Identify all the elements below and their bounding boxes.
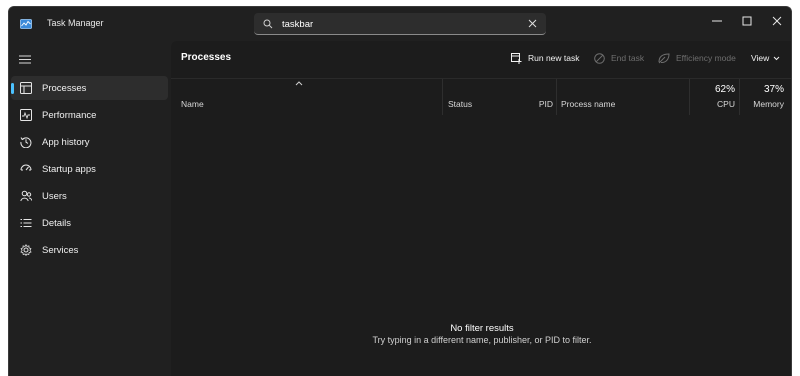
active-indicator [11,83,14,94]
column-divider[interactable] [556,79,557,115]
column-header-memory[interactable]: Memory [741,99,784,109]
maximize-icon [742,16,752,26]
column-header-cpu[interactable]: CPU [691,99,735,109]
close-button[interactable] [763,12,791,30]
view-dropdown-button[interactable]: View [751,49,780,67]
hamburger-menu-icon[interactable] [19,55,31,64]
app-title: Task Manager [47,18,104,28]
cpu-usage-percent[interactable]: 62% [691,84,735,95]
column-header-name[interactable]: Name [181,99,204,109]
clear-search-icon[interactable] [528,19,537,28]
sidebar-item-label: Services [42,245,79,256]
run-new-task-label: Run new task [528,53,580,63]
processes-icon [20,82,32,94]
empty-state-message: Try typing in a different name, publishe… [372,335,592,345]
empty-state-title: No filter results [450,323,514,334]
sidebar-item-label: Performance [42,110,97,121]
memory-usage-percent[interactable]: 37% [741,84,784,95]
minimize-icon [712,20,722,22]
startup-apps-icon [20,164,32,171]
sidebar-item-label: App history [42,137,90,148]
page-title: Processes [181,52,232,63]
sidebar-item-services[interactable]: Services [11,238,168,262]
view-label: View [751,53,770,63]
task-manager-window: Task Manager taskbar Processes Performan… [8,6,792,376]
run-new-task-icon [511,52,522,64]
sort-ascending-icon[interactable] [295,81,303,86]
header-divider [171,78,791,79]
app-history-icon [20,137,32,148]
run-new-task-button[interactable]: Run new task [511,49,580,67]
sidebar-item-label: Details [42,218,72,229]
column-header-pid[interactable]: PID [531,99,553,109]
sidebar-item-label: Processes [42,83,87,94]
end-task-icon [594,52,605,64]
sidebar: Processes Performance App history Startu… [9,41,171,376]
details-icon [20,219,32,227]
sidebar-item-details[interactable]: Details [11,211,168,235]
end-task-button[interactable]: End task [594,49,644,67]
efficiency-mode-label: Efficiency mode [676,53,736,63]
search-input[interactable] [282,16,512,32]
sidebar-item-startup-apps[interactable]: Startup apps [11,157,168,181]
chevron-down-icon [773,56,780,60]
column-header-status[interactable]: Status [448,99,472,109]
sidebar-item-performance[interactable]: Performance [11,103,168,127]
efficiency-mode-icon [658,52,670,63]
search-box[interactable] [254,13,546,35]
efficiency-mode-button[interactable]: Efficiency mode [658,49,736,67]
column-divider[interactable] [739,79,740,115]
sidebar-item-processes[interactable]: Processes [11,76,168,100]
processes-panel: Processes Run new task End task Efficien [171,41,791,376]
sidebar-item-app-history[interactable]: App history [11,130,168,154]
users-icon [20,190,32,202]
minimize-button[interactable] [703,12,731,30]
sidebar-item-label: Startup apps [42,164,96,175]
search-icon [263,19,273,29]
column-divider[interactable] [442,79,443,115]
maximize-button[interactable] [733,12,761,30]
performance-icon [20,109,32,121]
services-icon [20,244,32,256]
end-task-label: End task [611,53,645,63]
title-bar: Task Manager [9,7,791,41]
sidebar-item-label: Users [42,191,67,202]
column-header-process-name[interactable]: Process name [561,99,615,109]
column-divider[interactable] [689,79,690,115]
sidebar-item-users[interactable]: Users [11,184,168,208]
task-manager-app-icon [20,19,32,29]
close-icon [772,16,782,26]
